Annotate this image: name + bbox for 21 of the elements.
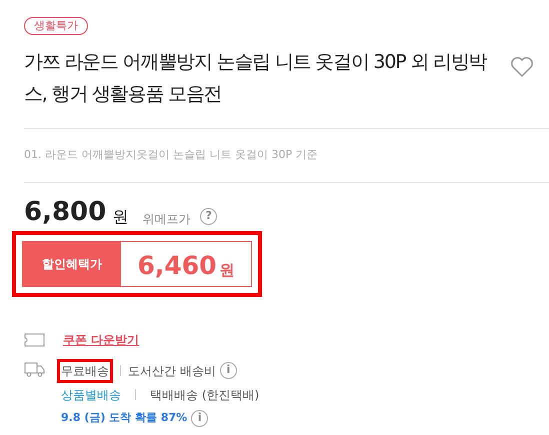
price-label: 위메프가	[142, 212, 190, 224]
info-icon[interactable]: i	[220, 362, 237, 379]
shipping-method[interactable]: 상품별배송	[61, 386, 121, 404]
shipping-fee: 무료배송	[57, 358, 113, 382]
option-text: 01. 라운드 어깨뿔방지옷걸이 논슬립 니트 옷걸이 30P 기준	[24, 147, 319, 163]
coupon-link[interactable]: 쿠폰 다운받기	[63, 330, 140, 348]
help-icon[interactable]: ?	[200, 208, 218, 224]
heart-icon[interactable]	[509, 56, 535, 78]
ticket-icon	[24, 332, 45, 346]
price-unit: 원	[112, 208, 128, 224]
discount-amount: 6,460	[137, 252, 217, 278]
discount-unit: 원	[220, 262, 235, 278]
info-icon[interactable]: i	[191, 410, 208, 426]
shipping-note: 도서산간 배송비	[128, 362, 216, 380]
product-title: 가쯔 라운드 어깨뿔방지 논슬립 니트 옷걸이 30P 외 리빙박스, 행거 생활용품 모음전	[24, 50, 488, 107]
discount-label: 할인혜택가	[23, 242, 121, 286]
delivery-estimate: 9.8 (금) 도착 확률 87%	[61, 410, 188, 426]
truck-icon	[24, 362, 45, 376]
carrier-text: 택배배송 (한진택배)	[150, 386, 260, 404]
category-badge: 생활특가	[24, 17, 88, 35]
price-amount: 6,800	[24, 198, 106, 224]
